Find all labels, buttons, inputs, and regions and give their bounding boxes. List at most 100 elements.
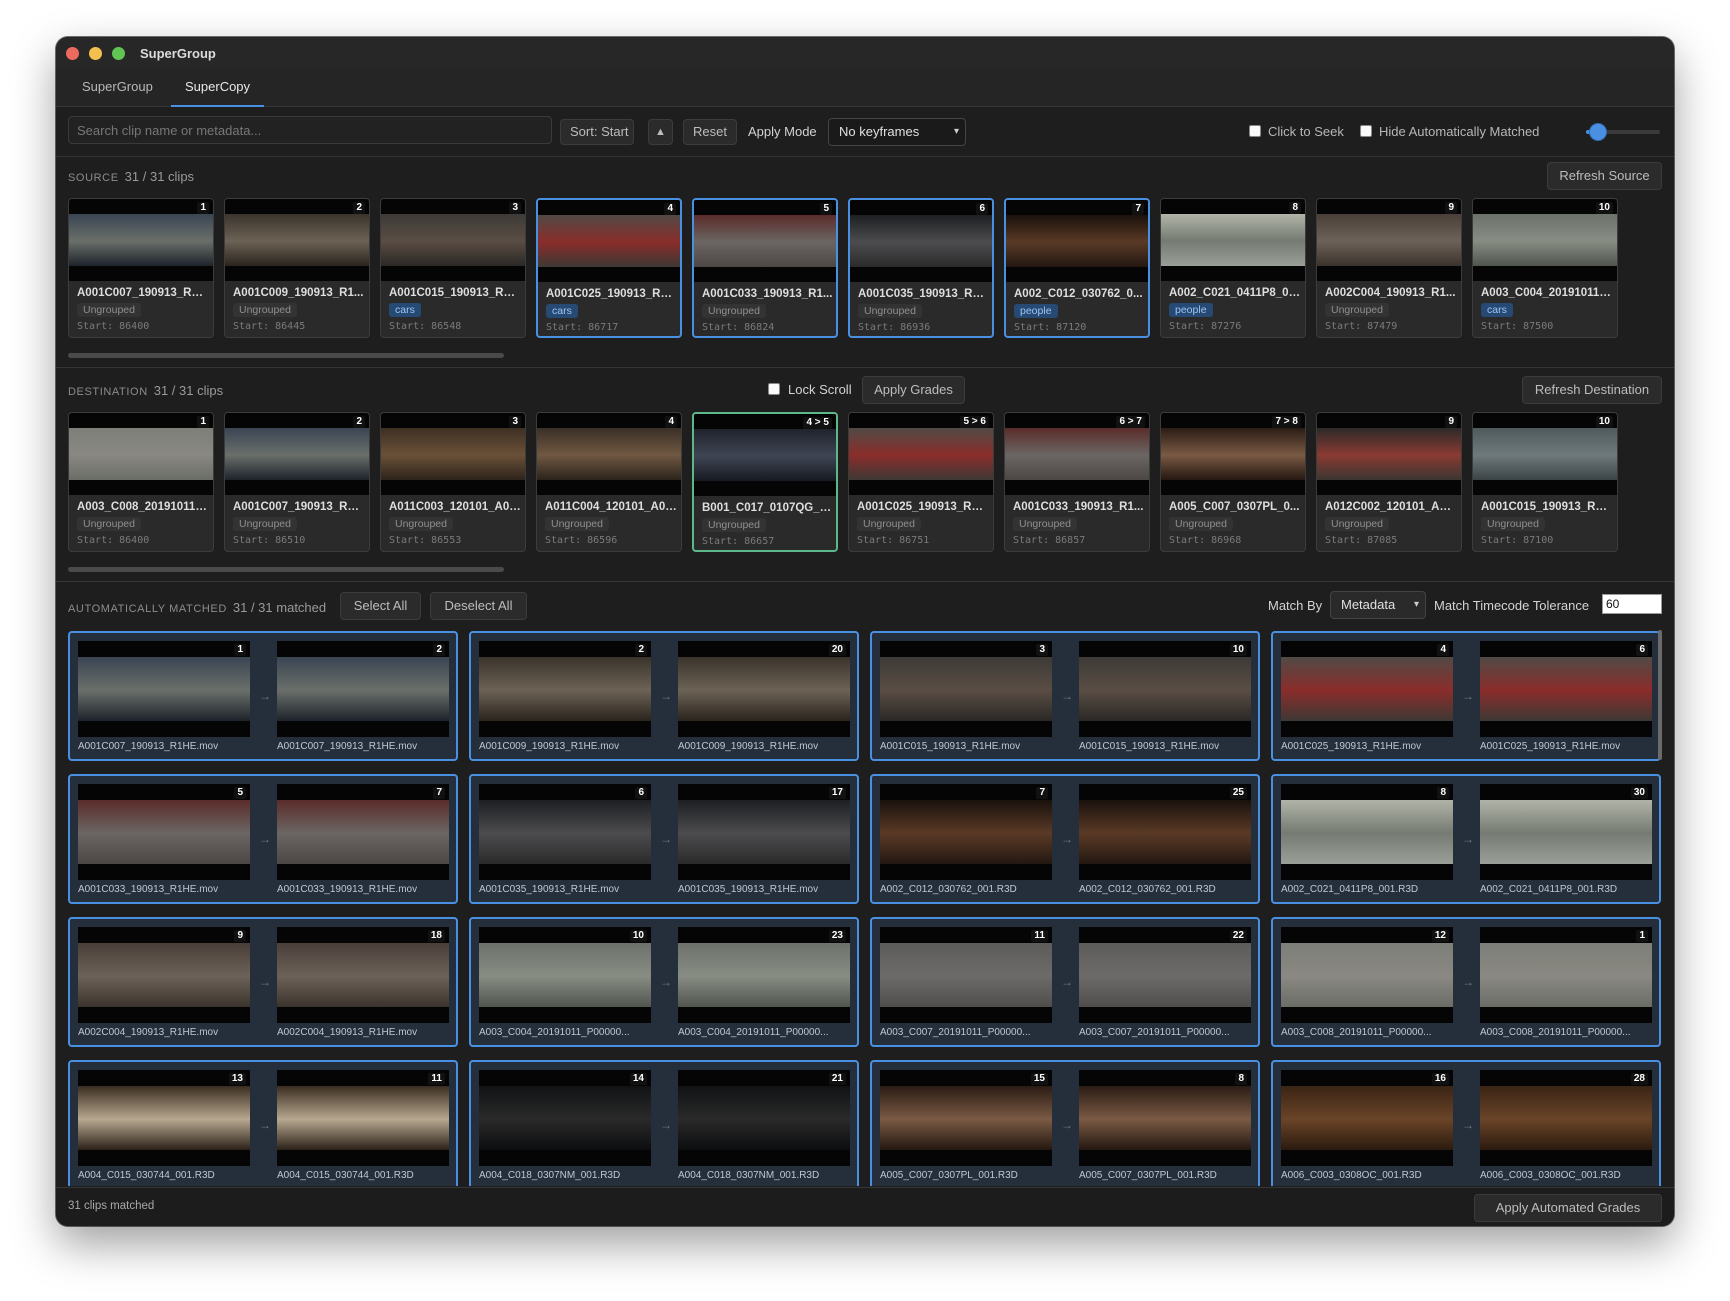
tab-supercopy[interactable]: SuperCopy — [171, 69, 265, 107]
matched-pair-card[interactable]: 16 A006_C003_0308OC_001.R3D 28 A006_C003_03… — [1271, 1060, 1661, 1186]
clip-frame-image — [69, 428, 213, 480]
lock-scroll-checkbox[interactable] — [768, 383, 780, 395]
clip-card[interactable]: 10 A001C015_190913_R1H... Ungrouped Start: … — [1472, 412, 1618, 552]
matched-pair-card[interactable]: 1 A001C007_190913_R1HE.mov 2 A001C007_19091… — [68, 631, 458, 761]
apply-automated-grades-button[interactable]: Apply Automated Grades — [1474, 1194, 1662, 1222]
refresh-source-button[interactable]: Refresh Source — [1547, 162, 1662, 190]
slider-thumb[interactable] — [1589, 124, 1606, 140]
clip-card[interactable]: 6 A001C035_190913_R1H... Ungrouped Start: 8… — [848, 198, 994, 338]
matched-pair-card[interactable]: 2 A001C009_190913_R1HE.mov 20 A001C009_1909… — [469, 631, 859, 761]
matched-pair-card[interactable]: 11 A003_C007_20191011_P00000... 22 A003_C00… — [870, 917, 1260, 1047]
arrow-right-icon: → — [259, 832, 271, 846]
search-input[interactable] — [68, 116, 552, 144]
clip-card[interactable]: 4 A001C025_190913_R1H... cars Start: 86717 — [536, 198, 682, 338]
clip-frame-image — [538, 215, 680, 267]
source-clip-name: A005_C007_0307PL_001.R3D — [880, 1170, 1018, 1181]
destination-thumbnail: 7 — [277, 784, 449, 880]
hide-auto-matched-checkbox[interactable] — [1360, 125, 1372, 137]
clip-frame-image — [880, 1086, 1052, 1150]
matched-pair-card[interactable]: 12 A003_C008_20191011_P00000... 1 A003_C008… — [1271, 917, 1661, 1047]
minimize-window-button[interactable] — [89, 47, 102, 60]
clip-card[interactable]: 8 A002_C021_0411P8_00... people Start: 8727… — [1160, 198, 1306, 338]
clip-card[interactable]: 2 A001C009_190913_R1... Ungrouped Start: 86… — [224, 198, 370, 338]
match-by-select[interactable]: Metadata ▾ — [1330, 591, 1426, 619]
matched-pair-card[interactable]: 8 A002_C021_0411P8_001.R3D 30 A002_C021_041… — [1271, 774, 1661, 904]
thumbnail-size-slider[interactable] — [1586, 124, 1660, 140]
sort-direction-button[interactable]: ▲ — [648, 119, 673, 145]
clip-card[interactable]: 4 A011C004_120101_A02... Ungrouped Start: 8… — [536, 412, 682, 552]
refresh-destination-button[interactable]: Refresh Destination — [1522, 376, 1662, 404]
source-clip-name: A003_C007_20191011_P00000... — [880, 1027, 1031, 1038]
clip-card[interactable]: 1 A003_C008_20191011_... Ungrouped Start: 8… — [68, 412, 214, 552]
deselect-all-button[interactable]: Deselect All — [430, 592, 527, 620]
clip-index-badge: 10 — [1229, 644, 1247, 656]
matched-pair-card[interactable]: 7 A002_C012_030762_001.R3D 25 A002_C012_030… — [870, 774, 1260, 904]
reset-button[interactable]: Reset — [683, 119, 737, 145]
arrow-right-icon: → — [1061, 1118, 1073, 1132]
clip-index-badge: 7 — [1132, 203, 1144, 215]
arrow-right-icon: → — [1462, 1118, 1474, 1132]
clip-card[interactable]: 1 A001C007_190913_R1H... Ungrouped Start: 8… — [68, 198, 214, 338]
arrow-right-icon: → — [259, 975, 271, 989]
clip-group-tag: Ungrouped — [233, 303, 297, 317]
maximize-window-button[interactable] — [112, 47, 125, 60]
destination-scrollbar[interactable] — [68, 567, 504, 572]
destination-clip-name: A001C007_190913_R1HE.mov — [277, 741, 418, 752]
clip-name: A005_C007_0307PL_0... — [1169, 501, 1300, 513]
clip-card[interactable]: 3 A011C003_120101_A02... Ungrouped Start: 8… — [380, 412, 526, 552]
clip-frame-image — [277, 1086, 449, 1150]
clip-frame-image — [1281, 1086, 1453, 1150]
source-thumbnail: 13 — [78, 1070, 250, 1166]
destination-thumbnail: 18 — [277, 927, 449, 1023]
clip-card[interactable]: 6 > 7 A001C033_190913_R1... Ungrouped Start… — [1004, 412, 1150, 552]
matched-pair-card[interactable]: 10 A003_C004_20191011_P00000... 23 A003_C00… — [469, 917, 859, 1047]
clip-index-badge: 9 — [1445, 416, 1457, 428]
matched-pair-card[interactable]: 5 A001C033_190913_R1HE.mov 7 A001C033_19091… — [68, 774, 458, 904]
click-to-seek-checkbox[interactable] — [1249, 125, 1261, 137]
clip-card[interactable]: 9 A012C002_120101_A02... Ungrouped Start: 8… — [1316, 412, 1462, 552]
source-clip-strip[interactable]: 1 A001C007_190913_R1H... Ungrouped Start: 8… — [68, 198, 1664, 338]
clip-thumbnail: 9 — [1317, 199, 1461, 281]
clip-frame-image — [78, 657, 250, 721]
destination-clip-strip[interactable]: 1 A003_C008_20191011_... Ungrouped Start: 8… — [68, 412, 1664, 552]
clip-card[interactable]: 10 A003_C004_20191011_... cars Start: 87500 — [1472, 198, 1618, 338]
matched-grid-scrollbar[interactable] — [1658, 630, 1662, 760]
apply-grades-button[interactable]: Apply Grades — [862, 376, 965, 404]
auto-matched-count: 31 / 31 matched — [232, 600, 327, 615]
matched-pair-card[interactable]: 15 A005_C007_0307PL_001.R3D 8 A005_C007_030… — [870, 1060, 1260, 1186]
clip-card[interactable]: 7 A002_C012_030762_0... people Start: 87120 — [1004, 198, 1150, 338]
clip-name: A001C035_190913_R1H... — [858, 288, 990, 300]
destination-clip-name: A001C015_190913_R1HE.mov — [1079, 741, 1220, 752]
clip-group-tag: Ungrouped — [1325, 303, 1389, 317]
clip-card[interactable]: 2 A001C007_190913_R1H... Ungrouped Start: 8… — [224, 412, 370, 552]
clip-index-badge: 9 — [1445, 202, 1457, 214]
clip-frame-image — [1079, 657, 1251, 721]
matched-pair-card[interactable]: 9 A002C004_190913_R1HE.mov 18 A002C004_1909… — [68, 917, 458, 1047]
clip-card[interactable]: 5 > 6 A001C025_190913_R1H... Ungrouped Star… — [848, 412, 994, 552]
destination-clip-name: A003_C008_20191011_P00000... — [1480, 1027, 1631, 1038]
apply-mode-select[interactable]: No keyframes ▾ — [828, 118, 966, 146]
source-scrollbar[interactable] — [68, 353, 504, 358]
clip-card[interactable]: 3 A001C015_190913_R1H... cars Start: 86548 — [380, 198, 526, 338]
select-all-button[interactable]: Select All — [340, 592, 421, 620]
destination-clip-name: A001C035_190913_R1HE.mov — [678, 884, 819, 895]
tab-supergroup[interactable]: SuperGroup — [68, 69, 167, 107]
lock-scroll-label: Lock Scroll — [788, 382, 852, 397]
tolerance-input[interactable] — [1602, 594, 1662, 614]
matched-pair-card[interactable]: 4 A001C025_190913_R1HE.mov 6 A001C025_19091… — [1271, 631, 1661, 761]
clip-card[interactable]: 4 > 5 B001_C017_0107QG_00... Ungrouped Star… — [692, 412, 838, 552]
matched-pair-card[interactable]: 3 A001C015_190913_R1HE.mov 10 A001C015_1909… — [870, 631, 1260, 761]
sort-button[interactable]: Sort: Start — [560, 119, 634, 145]
matched-pair-card[interactable]: 13 A004_C015_030744_001.R3D 11 A004_C015_03… — [68, 1060, 458, 1186]
destination-thumbnail: 30 — [1480, 784, 1652, 880]
clip-card[interactable]: 9 A002C004_190913_R1... Ungrouped Start: 87… — [1316, 198, 1462, 338]
destination-thumbnail: 20 — [678, 641, 850, 737]
clip-frame-image — [1005, 428, 1149, 480]
hide-auto-matched-label: Hide Automatically Matched — [1379, 124, 1540, 139]
matched-pair-card[interactable]: 14 A004_C018_0307NM_001.R3D 21 A004_C018_03… — [469, 1060, 859, 1186]
clip-card[interactable]: 5 A001C033_190913_R1... Ungrouped Start: 86… — [692, 198, 838, 338]
clip-card[interactable]: 7 > 8 A005_C007_0307PL_0... Ungrouped Start… — [1160, 412, 1306, 552]
close-window-button[interactable] — [66, 47, 79, 60]
clip-index-badge: 1 — [1636, 930, 1648, 942]
matched-pair-card[interactable]: 6 A001C035_190913_R1HE.mov 17 A001C035_1909… — [469, 774, 859, 904]
